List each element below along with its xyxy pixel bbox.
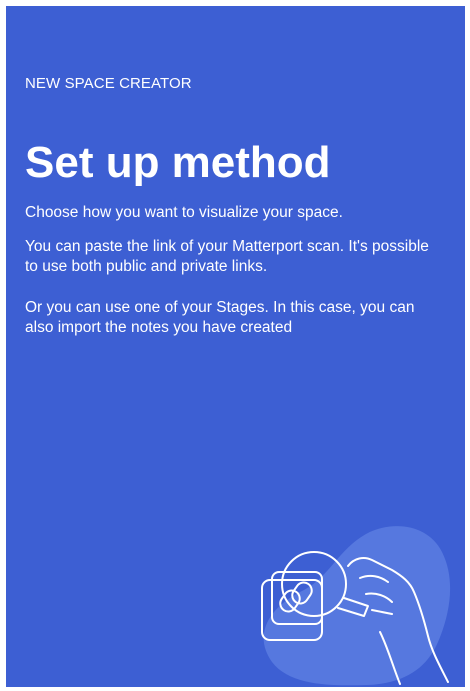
stages-description: Or you can use one of your Stages. In th… [25,299,415,336]
page-title: Set up method [25,138,331,187]
section-eyebrow: NEW SPACE CREATOR [25,75,192,92]
intro-text: Choose how you want to visualize your sp… [25,204,343,221]
hand-magnifier-link-icon [261,526,451,686]
space-creator-panel: NEW SPACE CREATOR Set up method Choose h… [6,6,465,687]
matterport-description: You can paste the link of your Matterpor… [25,238,429,275]
